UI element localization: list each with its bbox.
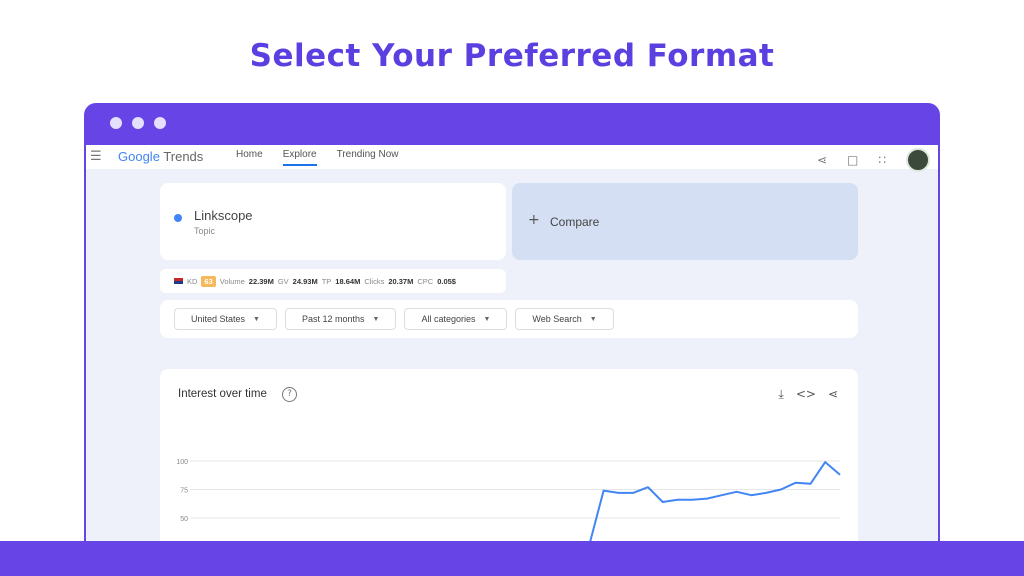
plus-icon: + [528, 212, 540, 228]
hamburger-menu-icon[interactable]: ☰ [90, 149, 102, 164]
search-term-card[interactable]: Linkscope Topic [160, 183, 506, 260]
top-bar: ☰ Google Trends Home Explore Trending No… [86, 145, 938, 172]
apps-grid-icon[interactable]: ∷ [878, 153, 886, 167]
cpc-value: 0.05$ [437, 276, 456, 286]
caret-down-icon: ▼ [253, 315, 260, 323]
window-dot[interactable] [132, 117, 144, 129]
filter-region[interactable]: United States ▼ [174, 308, 277, 330]
filter-time-range[interactable]: Past 12 months ▼ [284, 308, 397, 330]
clicks-value: 20.37M [388, 276, 414, 286]
trends-screen: ☰ Google Trends Home Explore Trending No… [86, 145, 938, 563]
y-tick-label: 100 [176, 459, 188, 466]
filter-search-type-label: Web Search [532, 314, 582, 324]
nav-home[interactable]: Home [236, 149, 263, 166]
y-tick-label: 50 [180, 516, 188, 523]
trend-line-chart: 100 75 50 [176, 459, 841, 563]
browser-window: ☰ Google Trends Home Explore Trending No… [84, 103, 940, 563]
filter-search-type[interactable]: Web Search ▼ [515, 308, 614, 330]
window-dot[interactable] [154, 117, 166, 129]
kd-badge: 63 [201, 275, 216, 287]
filter-region-label: United States [191, 314, 246, 324]
bottom-accent-band [0, 541, 1024, 576]
cpc-label: CPC [417, 276, 434, 286]
google-trends-logo[interactable]: Google Trends [118, 149, 203, 164]
keyword-metrics-bar: KD 63 Volume 22.39M GV 24.93M TP 18.64M … [160, 269, 506, 293]
tp-value: 18.64M [335, 276, 361, 286]
page-headline: Select Your Preferred Format [249, 38, 775, 74]
avatar[interactable] [906, 148, 930, 172]
filter-category[interactable]: All categories ▼ [404, 308, 508, 330]
caret-down-icon: ▼ [483, 315, 491, 323]
window-controls [110, 117, 166, 129]
main-nav: Home Explore Trending Now [236, 149, 398, 166]
volume-label: Volume [219, 276, 245, 286]
share-icon[interactable]: ⋖ [817, 153, 827, 167]
compare-label: Compare [550, 215, 600, 229]
caret-down-icon: ▼ [589, 315, 597, 323]
nav-trending-now[interactable]: Trending Now [337, 149, 399, 166]
filter-time-range-label: Past 12 months [301, 314, 365, 324]
clicks-label: Clicks [364, 276, 385, 286]
logo-trends: Trends [163, 149, 204, 164]
y-tick-label: 75 [180, 488, 188, 495]
caret-down-icon: ▼ [372, 315, 380, 323]
filter-category-label: All categories [421, 314, 476, 324]
kd-label: KD [187, 276, 198, 286]
nav-explore[interactable]: Explore [282, 149, 317, 166]
logo-google: Google [118, 149, 160, 164]
tp-label: TP [321, 276, 332, 286]
interest-over-time-card: Interest over time ? ⤓ <> ⋖ 100 75 50 [160, 369, 858, 563]
compare-button[interactable]: + Compare [512, 183, 858, 260]
search-term: Linkscope [194, 208, 253, 223]
us-flag-icon [174, 278, 183, 284]
gv-value: 24.93M [292, 276, 318, 286]
window-dot[interactable] [110, 117, 122, 129]
feedback-icon[interactable]: □ [847, 153, 858, 167]
gv-label: GV [277, 276, 289, 286]
filter-bar: United States ▼ Past 12 months ▼ All cat… [160, 300, 858, 338]
term-color-dot [174, 214, 182, 222]
volume-value: 22.39M [248, 276, 274, 286]
top-actions: ⋖ □ ∷ [817, 148, 930, 172]
search-term-type: Topic [194, 226, 216, 236]
